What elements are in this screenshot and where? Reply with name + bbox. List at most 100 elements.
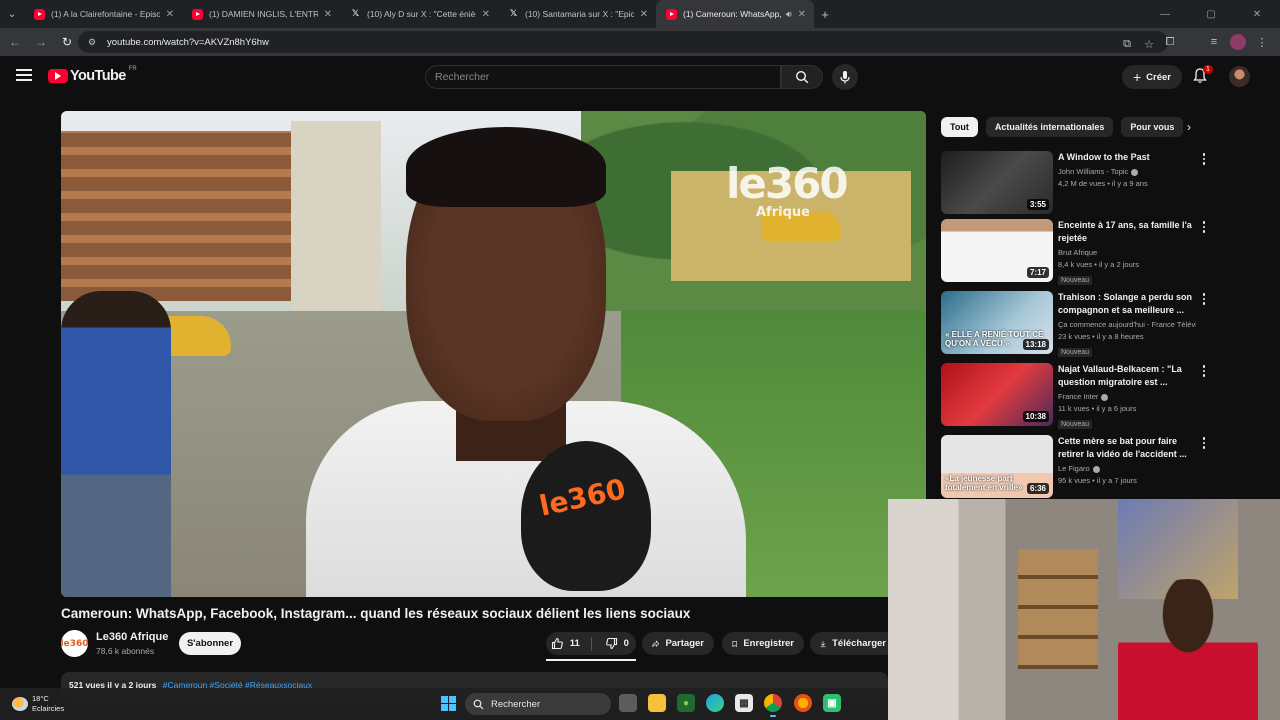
firefox-browser-icon[interactable] — [794, 694, 812, 712]
microsoft-store-icon[interactable]: ▦ — [735, 694, 753, 712]
close-tab-icon[interactable]: ✕ — [324, 9, 332, 20]
browser-tab[interactable]: (1) A la Clairefontaine - Episode ✕ — [24, 0, 182, 28]
new-badge: Nouveau — [1058, 348, 1093, 357]
weather-widget[interactable]: 18°C Eclaircies — [12, 694, 64, 714]
recommended-channel[interactable]: John Williams - Topic — [1058, 167, 1128, 176]
recommended-video[interactable]: «La jeunesse part totalement en vrille» … — [941, 435, 1211, 499]
chevron-right-icon[interactable]: › — [1187, 120, 1191, 134]
watermark-main: le360 — [726, 159, 849, 208]
close-tab-icon[interactable]: ✕ — [482, 9, 490, 20]
account-avatar[interactable] — [1229, 66, 1250, 87]
video-player[interactable]: le360 le360 Afrique — [61, 111, 926, 597]
reload-icon[interactable]: ↻ — [54, 29, 80, 55]
browser-tab-active[interactable]: (1) Cameroun: WhatsApp, F 🔊︎ ✕ — [656, 0, 814, 28]
subscriber-count: 78,6 k abonnés — [96, 646, 155, 656]
like-divider — [590, 636, 592, 651]
close-tab-icon[interactable]: ✕ — [640, 9, 648, 20]
xbox-app-icon[interactable]: ● — [677, 694, 695, 712]
recommended-channel[interactable]: Le Figaro — [1058, 464, 1090, 473]
recommended-title[interactable]: Enceinte à 17 ans, sa famille l'a rejeté… — [1058, 219, 1196, 245]
bookmark-star-icon[interactable]: ☆ — [1140, 35, 1158, 53]
new-tab-button[interactable]: + — [814, 7, 836, 22]
chip-for-you[interactable]: Pour vous — [1121, 117, 1184, 137]
subscribe-button[interactable]: S'abonner — [179, 632, 241, 655]
maximize-icon[interactable]: ▢ — [1188, 0, 1234, 28]
reading-list-icon[interactable]: ≡ — [1202, 30, 1226, 54]
tab-search-button[interactable]: ⌄ — [0, 0, 24, 28]
recommended-video[interactable]: 3:55 A Window to the Past John Williams … — [941, 151, 1211, 215]
recommended-video[interactable]: « ELLE A RENIÉ TOUT CE QU'ON A VÉCU » 13… — [941, 291, 1211, 357]
chip-international-news[interactable]: Actualités internationales — [985, 117, 1114, 137]
recommended-channel[interactable]: France Inter — [1058, 392, 1098, 401]
notification-badge: 1 — [1203, 65, 1213, 74]
download-icon — [820, 640, 826, 647]
chip-all[interactable]: Tout — [941, 117, 978, 137]
speaker-icon[interactable]: 🔊︎ — [786, 9, 792, 20]
more-options-icon[interactable] — [1201, 153, 1207, 165]
recommended-video[interactable]: 10:38 Najat Vallaud-Belkacem : "La quest… — [941, 363, 1211, 429]
close-tab-icon[interactable]: ✕ — [166, 9, 174, 20]
tab-title: (10) Aly D sur X : "Cette énième — [367, 9, 476, 19]
messaging-app-icon[interactable]: ▣ — [823, 694, 841, 712]
browser-tab[interactable]: (1) DAMIEN INGLIS, L'ENTRETIEN ✕ — [182, 0, 340, 28]
chrome-browser-icon[interactable] — [764, 694, 782, 717]
video-frame-microphone: le360 — [521, 441, 651, 591]
close-window-icon[interactable]: ✕ — [1234, 0, 1280, 28]
more-options-icon[interactable] — [1201, 437, 1207, 449]
install-app-icon[interactable]: ⧉ — [1118, 35, 1136, 53]
voice-search-button[interactable] — [832, 64, 858, 90]
video-thumbnail[interactable]: «La jeunesse part totalement en vrille» … — [941, 435, 1053, 498]
search-input[interactable]: Rechercher — [425, 65, 781, 89]
recommended-channel[interactable]: Brut Afrique — [1058, 248, 1097, 257]
extensions-icon[interactable]: ⧠ — [1158, 30, 1182, 54]
channel-watermark: le360 Afrique — [726, 159, 849, 221]
video-thumbnail[interactable]: 10:38 — [941, 363, 1053, 426]
windows-start-icon[interactable] — [441, 696, 456, 711]
video-thumbnail[interactable]: « ELLE A RENIÉ TOUT CE QU'ON A VÉCU » 13… — [941, 291, 1053, 354]
weather-temperature: 18°C — [32, 694, 49, 703]
notifications-button[interactable]: 1 — [1192, 65, 1213, 87]
address-bar[interactable]: ⚙ youtube.com/watch?v=AKVZn8hY6hw ⧉ ☆ — [78, 31, 1168, 53]
close-tab-icon[interactable]: ✕ — [798, 9, 806, 20]
forward-arrow-icon[interactable]: → — [28, 29, 54, 55]
bookmark-icon — [732, 640, 737, 647]
chrome-menu-icon[interactable]: ⋮ — [1250, 30, 1274, 54]
create-button[interactable]: + Créer — [1122, 65, 1182, 89]
channel-name[interactable]: Le360 Afrique — [96, 631, 168, 643]
recommended-title[interactable]: Trahison : Solange a perdu son compagnon… — [1058, 291, 1196, 317]
download-button[interactable]: Télécharger — [810, 632, 896, 655]
youtube-favicon-icon — [34, 8, 45, 20]
more-options-icon[interactable] — [1201, 221, 1207, 233]
youtube-logo[interactable]: YouTube FR — [48, 66, 137, 84]
edge-browser-icon[interactable] — [706, 694, 724, 712]
recommended-title[interactable]: Najat Vallaud-Belkacem : "La question mi… — [1058, 363, 1196, 389]
more-options-icon[interactable] — [1201, 365, 1207, 377]
taskbar-search[interactable]: Rechercher — [465, 693, 611, 715]
recommended-video[interactable]: 7:17 Enceinte à 17 ans, sa famille l'a r… — [941, 219, 1211, 285]
site-info-icon[interactable]: ⚙ — [88, 37, 101, 48]
back-arrow-icon[interactable]: ← — [2, 29, 28, 55]
task-view-icon[interactable] — [619, 694, 637, 712]
video-thumbnail[interactable]: 7:17 — [941, 219, 1053, 282]
video-thumbnail[interactable]: 3:55 — [941, 151, 1053, 214]
share-button[interactable]: Partager — [642, 632, 714, 655]
dislike-button[interactable]: 0 — [597, 632, 636, 655]
new-badge: Nouveau — [1058, 276, 1093, 285]
recommended-channel[interactable]: Ça commence aujourd'hui - France Télévi.… — [1058, 320, 1196, 329]
more-options-icon[interactable] — [1201, 293, 1207, 305]
create-label: Créer — [1146, 71, 1171, 83]
like-button[interactable]: 11 — [546, 632, 585, 655]
recommended-title[interactable]: Cette mère se bat pour faire retirer la … — [1058, 435, 1196, 461]
channel-avatar[interactable]: le360 — [61, 630, 89, 657]
hamburger-menu-icon[interactable] — [16, 69, 32, 84]
share-icon — [652, 639, 660, 647]
minimize-icon[interactable]: — — [1142, 0, 1188, 28]
file-explorer-icon[interactable] — [648, 694, 666, 712]
save-button[interactable]: Enregistrer — [722, 632, 804, 655]
youtube-favicon-icon — [666, 8, 677, 20]
recommended-title[interactable]: A Window to the Past — [1058, 151, 1196, 164]
search-button[interactable] — [781, 65, 823, 89]
browser-tab[interactable]: 𝕏 (10) Aly D sur X : "Cette énième ✕ — [340, 0, 498, 28]
profile-avatar[interactable] — [1230, 34, 1246, 50]
browser-tab[interactable]: 𝕏 (10) Santamaria sur X : "Epic to ✕ — [498, 0, 656, 28]
